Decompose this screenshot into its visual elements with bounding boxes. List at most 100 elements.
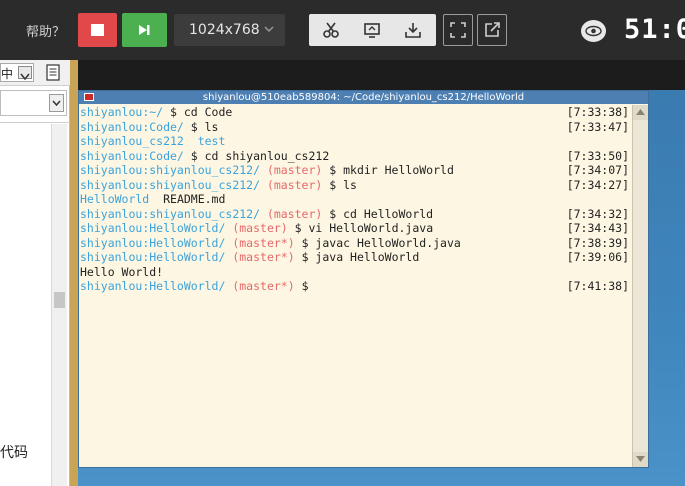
prompt-command: $ cd HelloWorld <box>329 206 434 221</box>
arrow-down-icon <box>636 456 645 462</box>
timestamp: [7:39:06] <box>566 250 629 264</box>
prompt-command: $ javac HelloWorld.java <box>301 235 461 250</box>
terminal-line: shiyanlou:~/ $ cd Code [7:33:38] <box>80 105 629 119</box>
fullscreen-button[interactable] <box>443 14 473 46</box>
terminal-line: Hello World! <box>80 265 629 279</box>
tool-group <box>309 14 436 46</box>
chevron-down-icon <box>20 73 30 81</box>
run-button[interactable] <box>122 13 167 47</box>
panel-gutter[interactable] <box>70 60 78 486</box>
prompt-user: shiyanlou <box>80 163 143 177</box>
chevron-down-icon <box>52 100 61 107</box>
terminal-line: HelloWorld README.md <box>80 192 629 206</box>
prompt-path: :HelloWorld/ <box>142 221 233 235</box>
combo-dropdown[interactable] <box>49 94 64 112</box>
terminal-line: shiyanlou:Code/ $ cd shiyanlou_cs212 [7:3… <box>80 149 629 163</box>
prompt-path: :shiyanlou_cs212/ <box>142 206 267 221</box>
prompt-command: $ vi HelloWorld.java <box>294 221 434 235</box>
code-label: 代码 <box>0 445 28 461</box>
prompt-user: shiyanlou <box>80 221 143 235</box>
prompt-user: shiyanlou <box>80 119 143 134</box>
popout-icon <box>485 22 500 37</box>
prompt-branch: (master) <box>266 206 330 221</box>
timestamp: [7:34:32] <box>566 206 629 221</box>
screenshot-button[interactable] <box>356 14 388 46</box>
prompt-command: $ java HelloWorld <box>301 250 420 264</box>
left-panel-scrollbar[interactable] <box>51 124 67 486</box>
terminal-output[interactable]: shiyanlou:~/ $ cd Code [7:33:38] shiyanlou… <box>79 105 648 467</box>
prompt-path: :Code/ <box>142 148 191 163</box>
ime-selector[interactable]: 中 <box>0 63 34 82</box>
command-output: Hello World! <box>80 264 164 279</box>
stop-button[interactable] <box>78 13 117 47</box>
prompt-path: :shiyanlou_cs212/ <box>142 163 267 177</box>
terminal-window[interactable]: shiyanlou@510eab589804: ~/Code/shiyanlou… <box>78 90 649 468</box>
panel-combo-box[interactable] <box>0 90 67 116</box>
ime-dropdown[interactable] <box>18 66 32 81</box>
terminal-line: shiyanlou:HelloWorld/ (master*) $ javac … <box>80 236 629 250</box>
terminal-line: shiyanlou:HelloWorld/ (master*) $ java H… <box>80 250 629 264</box>
prompt-user: shiyanlou <box>80 206 143 221</box>
ime-label: 中 <box>1 67 14 81</box>
panel-divider <box>0 122 70 123</box>
cut-button[interactable] <box>315 14 347 46</box>
resolution-select[interactable]: 1024x768 <box>174 14 285 46</box>
scroll-down-button[interactable] <box>633 452 648 467</box>
prompt-path: :~/ <box>142 105 171 119</box>
timestamp: [7:33:47] <box>566 119 629 134</box>
resolution-value: 1024x768 <box>189 22 260 38</box>
prompt-branch: (master*) <box>232 250 302 264</box>
terminal-line: shiyanlou_cs212 test <box>80 134 629 148</box>
popout-button[interactable] <box>477 14 507 46</box>
timestamp: [7:38:39] <box>566 235 629 250</box>
prompt-command: $ ls <box>190 119 219 134</box>
prompt-path: :shiyanlou_cs212/ <box>142 177 267 192</box>
play-icon <box>139 25 150 35</box>
screenshot-icon <box>364 23 380 38</box>
timestamp: [7:34:43] <box>566 221 629 235</box>
stop-icon <box>91 24 104 36</box>
prompt-branch: (master*) <box>232 235 302 250</box>
prompt-user: shiyanlou <box>80 105 143 119</box>
eye-icon <box>585 25 602 37</box>
toolbar-divider-strip <box>0 60 685 90</box>
prompt-command: $ cd shiyanlou_cs212 <box>190 148 330 163</box>
terminal-titlebar[interactable]: shiyanlou@510eab589804: ~/Code/shiyanlou… <box>79 91 648 104</box>
prompt-branch: (master*) <box>232 279 302 293</box>
timestamp: [7:41:38] <box>566 279 629 293</box>
document-icon[interactable] <box>46 64 60 81</box>
chevron-down-icon <box>264 26 274 33</box>
terminal-line: shiyanlou:shiyanlou_cs212/ (master) $ cd… <box>80 207 629 221</box>
prompt-branch: (master) <box>232 221 295 235</box>
prompt-user: shiyanlou <box>80 235 143 250</box>
scroll-up-button[interactable] <box>633 105 648 120</box>
terminal-title: shiyanlou@510eab589804: ~/Code/shiyanlou… <box>202 92 525 103</box>
session-timer: 51:0 <box>624 14 685 45</box>
terminal-line: shiyanlou:shiyanlou_cs212/ (master) $ ls… <box>80 178 629 192</box>
download-icon <box>405 23 421 38</box>
eye-button[interactable] <box>581 20 606 42</box>
timestamp: [7:33:38] <box>566 105 629 119</box>
prompt-user: shiyanlou <box>80 177 143 192</box>
terminal-scrollbar[interactable] <box>632 105 648 467</box>
download-button[interactable] <box>397 14 429 46</box>
prompt-command: $ mkdir HelloWorld <box>329 163 454 177</box>
command-output: shiyanlou_cs212 test <box>80 134 226 148</box>
prompt-path: :HelloWorld/ <box>142 235 233 250</box>
timestamp: [7:33:50] <box>566 148 629 163</box>
arrow-up-icon <box>636 109 645 115</box>
timestamp: [7:34:07] <box>566 163 629 177</box>
fullscreen-icon <box>450 22 466 38</box>
scrollbar-thumb[interactable] <box>54 292 65 308</box>
prompt-command: $ <box>301 279 309 293</box>
help-link[interactable]: 帮助？ <box>26 21 65 40</box>
ls-output: HelloWorld README.md <box>80 192 226 206</box>
prompt-command: $ ls <box>329 177 357 192</box>
prompt-user: shiyanlou <box>80 279 143 293</box>
terminal-line: shiyanlou:HelloWorld/ (master*) $ [7:41:3… <box>80 279 629 293</box>
left-panel: 中 代码 <box>0 60 70 486</box>
terminal-line: shiyanlou:Code/ $ ls [7:33:47] <box>80 120 629 134</box>
prompt-path: :HelloWorld/ <box>142 250 233 264</box>
scissors-icon <box>323 22 339 38</box>
terminal-line: shiyanlou:shiyanlou_cs212/ (master) $ mk… <box>80 163 629 177</box>
